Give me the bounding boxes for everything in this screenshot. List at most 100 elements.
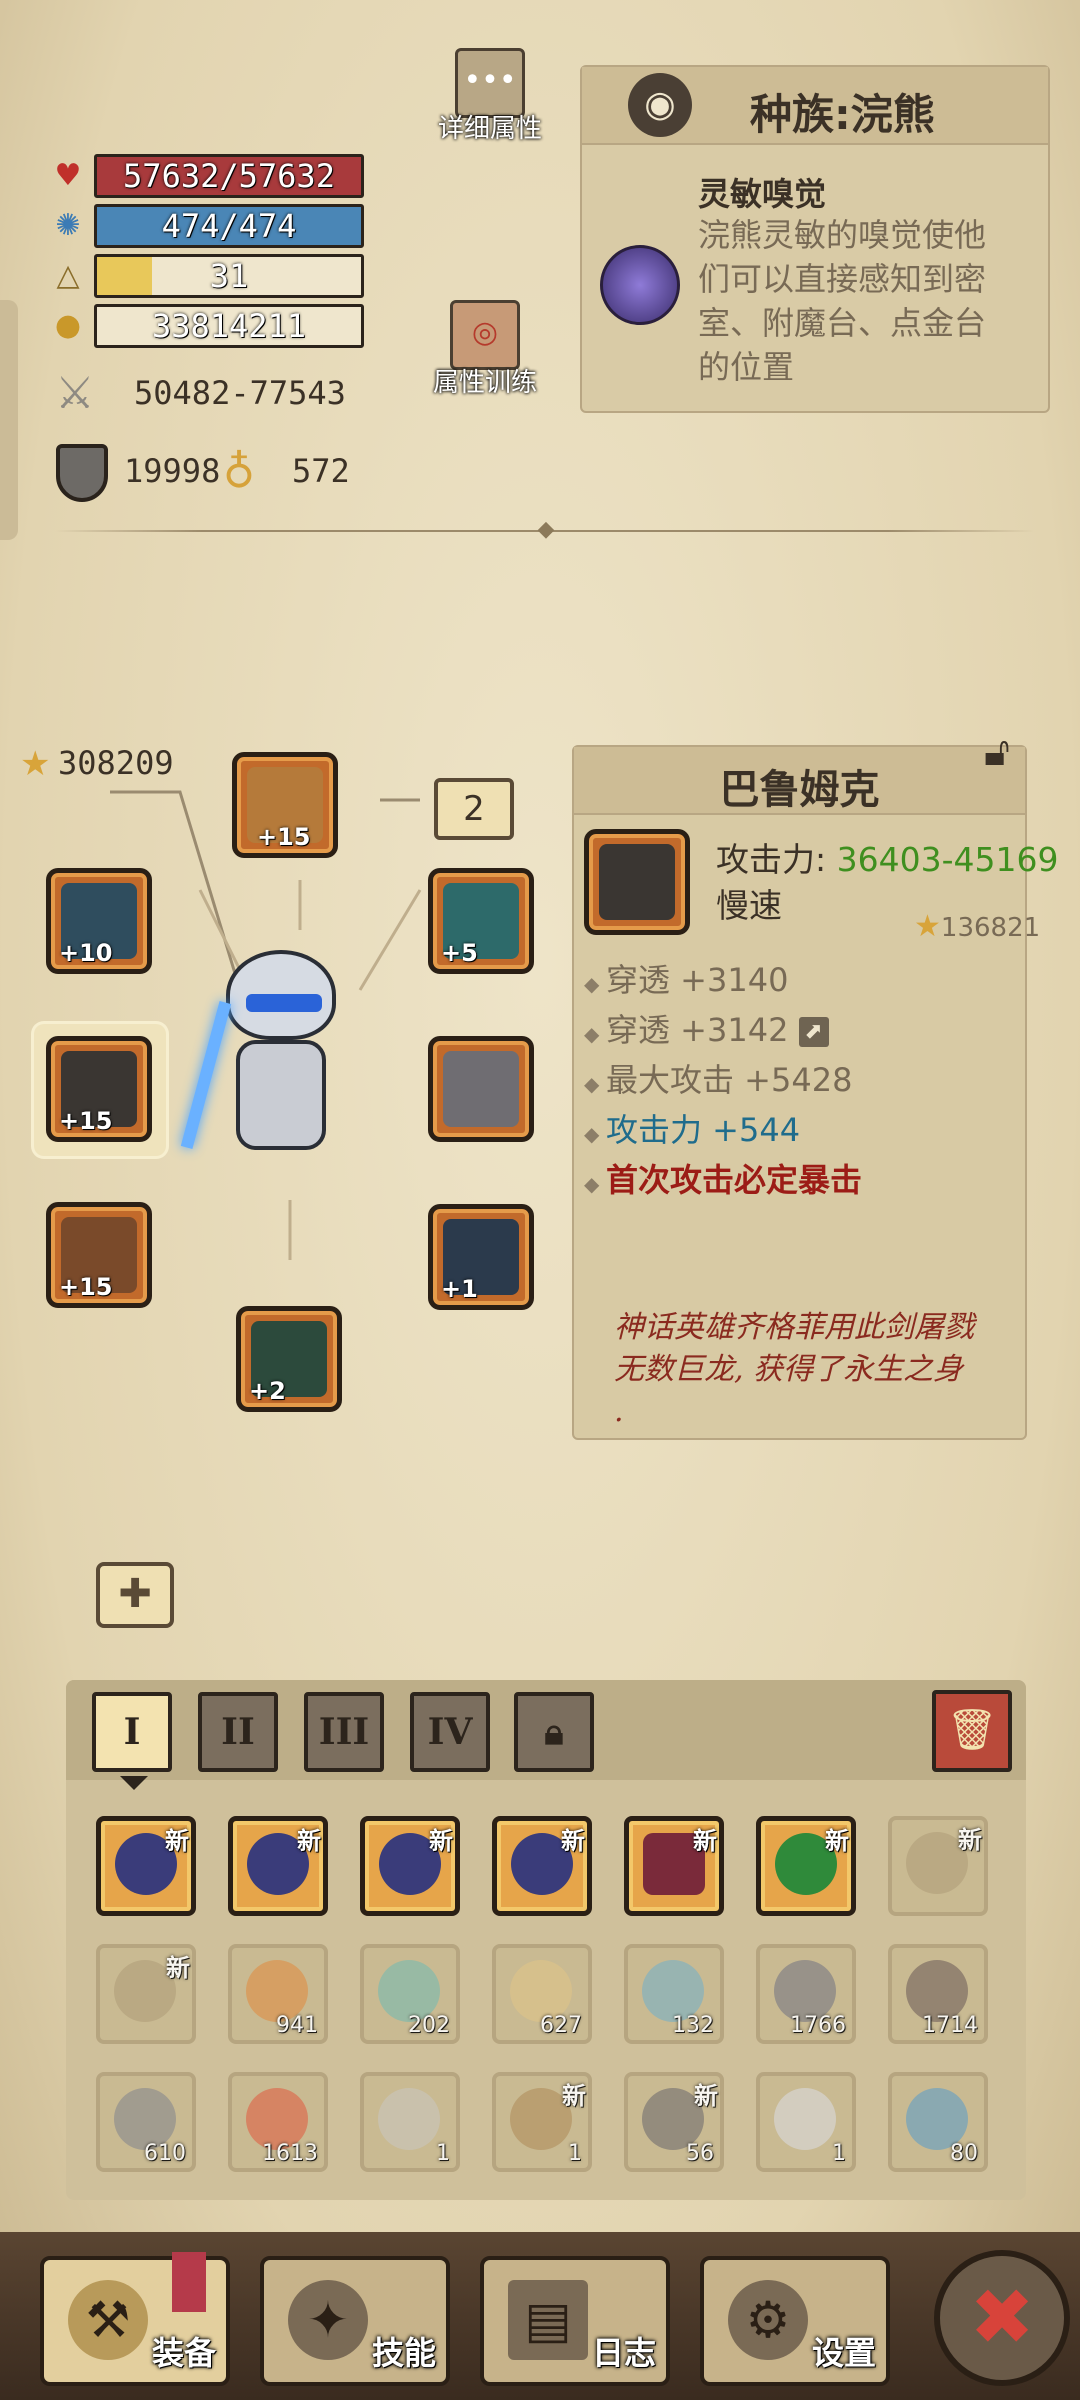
new-badge: 新 [562, 2082, 586, 2110]
boots-slot[interactable]: +2 [236, 1306, 342, 1412]
race-skill-desc-line: 室、附魔台、点金台 [698, 304, 987, 342]
inventory-slot[interactable]: 202 [360, 1944, 460, 2044]
item-power-line: ★136821 [914, 909, 1040, 944]
hp-row: ♥ 57632/57632 [50, 154, 370, 198]
inventory-slot[interactable]: 1766 [756, 1944, 856, 2044]
hero-body [236, 1040, 326, 1150]
expand-plus-button[interactable]: ✚ [96, 1562, 174, 1628]
race-skill-description: 浣熊灵敏的嗅觉使他 们可以直接感知到密 室、附魔台、点金台 的位置 [698, 213, 986, 389]
armor-slot[interactable]: +1 [428, 1204, 534, 1310]
inventory-slot[interactable]: 627 [492, 1944, 592, 2044]
inventory-slot[interactable]: 1 [360, 2072, 460, 2172]
level-row: △ 31 [50, 254, 370, 298]
level-triangle-icon: △ [56, 258, 80, 293]
side-drawer-handle[interactable] [0, 300, 18, 540]
level-value: 31 [209, 257, 249, 295]
item-prop-text: 穿透 +3142 [606, 1011, 789, 1049]
item-count: 1613 [262, 2141, 318, 2166]
item-flavor-line: 神话英雄齐格菲用此剑屠戮 [614, 1310, 974, 1345]
boots-enhance: +2 [249, 1377, 286, 1405]
nav-skills-button[interactable]: ✦ 技能 [260, 2256, 450, 2386]
lock-icon: 🔒︎ [544, 1711, 564, 1753]
axe-icon: ⚒ [68, 2280, 148, 2360]
inventory-slot[interactable]: 新1 [492, 2072, 592, 2172]
wings-slot[interactable] [428, 1036, 534, 1142]
inventory-slot[interactable]: 132 [624, 1944, 724, 2044]
inventory-slot[interactable]: 新 [228, 1816, 328, 1916]
weapon-enhance: +15 [59, 1107, 113, 1135]
item-icon-art [599, 844, 675, 920]
item-prop-text: 首次攻击必定暴击 [606, 1161, 863, 1199]
item-count: 1766 [790, 2013, 846, 2038]
new-badge: 新 [694, 2082, 718, 2110]
item-count: 627 [540, 2013, 582, 2038]
race-header: ◉ 种族:浣熊 [582, 67, 1048, 145]
offhand-slot[interactable]: +15 [46, 1202, 152, 1308]
item-attack-line: 攻击力: 36403-45169 [716, 833, 1058, 881]
equipment-page-button[interactable]: 2 [434, 778, 514, 840]
nav-equip-button[interactable]: ⚒ 装备 [40, 2252, 230, 2386]
necklace-enhance: +10 [59, 939, 113, 967]
inventory-slot[interactable]: 新 [360, 1816, 460, 1916]
inventory-slot[interactable]: 1714 [888, 1944, 988, 2044]
new-badge: 新 [429, 1827, 453, 1855]
item-count: 132 [672, 2013, 714, 2038]
inventory-slot[interactable]: 新 [492, 1816, 592, 1916]
item-flavor-text: 神话英雄齐格菲用此剑屠戮 无数巨龙, 获得了永生之身 . [614, 1307, 974, 1433]
inventory-tab-2[interactable]: II [198, 1692, 278, 1772]
hp-value: 57632/57632 [123, 157, 335, 195]
ring-enhance: +5 [441, 939, 478, 967]
item-prop-row: ◆ 穿透 +3142 ⬈ [584, 1005, 829, 1051]
nav-settings-button[interactable]: ⚙ 设置 [700, 2256, 890, 2386]
offhand-enhance: +15 [59, 1273, 113, 1301]
divider-ornament: ◆ [537, 517, 555, 542]
ring-slot[interactable]: +5 [428, 868, 534, 974]
inventory-slot[interactable]: 80 [888, 2072, 988, 2172]
skills-icon: ✦ [288, 2280, 368, 2360]
inventory-slot[interactable]: 新 56 [624, 2072, 724, 2172]
item-count: 1 [832, 2141, 846, 2166]
inventory-slot[interactable]: 新 [888, 1816, 988, 1916]
inventory-slot[interactable]: 1 [756, 2072, 856, 2172]
item-name: 巴鲁姆克 [719, 767, 880, 813]
attack-range-value: 50482-77543 [134, 374, 346, 412]
inventory-tab-1[interactable]: I [92, 1692, 172, 1772]
item-count: 941 [276, 2013, 318, 2038]
unlock-icon[interactable]: 🔓︎ [972, 729, 1022, 785]
nav-skills-label: 技能 [371, 2334, 436, 2372]
inventory-slot[interactable]: 新 [624, 1816, 724, 1916]
close-button[interactable]: ✖ [934, 2250, 1070, 2386]
inventory-slot[interactable]: 1613 [228, 2072, 328, 2172]
nav-log-button[interactable]: ▤ 日志 [480, 2256, 670, 2386]
wings-item-art [443, 1051, 519, 1127]
inventory-slot[interactable]: 941 [228, 1944, 328, 2044]
white-stone-icon [774, 2088, 836, 2150]
total-power-value: 308209 [58, 744, 174, 782]
race-title: 种族:浣熊 [750, 90, 935, 139]
necklace-slot[interactable]: +10 [46, 868, 152, 974]
hp-bar: 57632/57632 [94, 154, 364, 198]
helmet-slot[interactable]: +15 [232, 752, 338, 858]
inventory-tab-4[interactable]: IV [410, 1692, 490, 1772]
weapon-slot[interactable]: +15 [46, 1036, 152, 1142]
item-count: 1 [568, 2141, 582, 2166]
inventory-slot[interactable]: 新 [96, 1816, 196, 1916]
item-prop-row: ◆ 最大攻击 +5428 [584, 1055, 852, 1101]
inventory-slot[interactable]: 新 [96, 1944, 196, 2044]
bookmark-ribbon [172, 2252, 206, 2312]
bullet-icon: ◆ [584, 1072, 600, 1096]
inventory-tab-3[interactable]: III [304, 1692, 384, 1772]
hero-character[interactable] [180, 950, 366, 1190]
inventory-slot[interactable]: 610 [96, 2072, 196, 2172]
nav-settings-label: 设置 [811, 2334, 876, 2372]
mp-row: ✺ 474/474 [50, 204, 370, 248]
item-speed: 慢速 [716, 886, 782, 925]
trash-button[interactable]: 🗑︎ [932, 1690, 1012, 1772]
hero-glowing-sword [180, 1001, 232, 1149]
gear-icon: ⚙ [728, 2280, 808, 2360]
inventory-tab-locked[interactable]: 🔒︎ [514, 1692, 594, 1772]
inventory-slot[interactable]: 新 [756, 1816, 856, 1916]
new-badge: 新 [693, 1827, 717, 1855]
attribute-training-button[interactable]: ◎ [450, 300, 520, 370]
armor-shield-icon [56, 444, 108, 502]
